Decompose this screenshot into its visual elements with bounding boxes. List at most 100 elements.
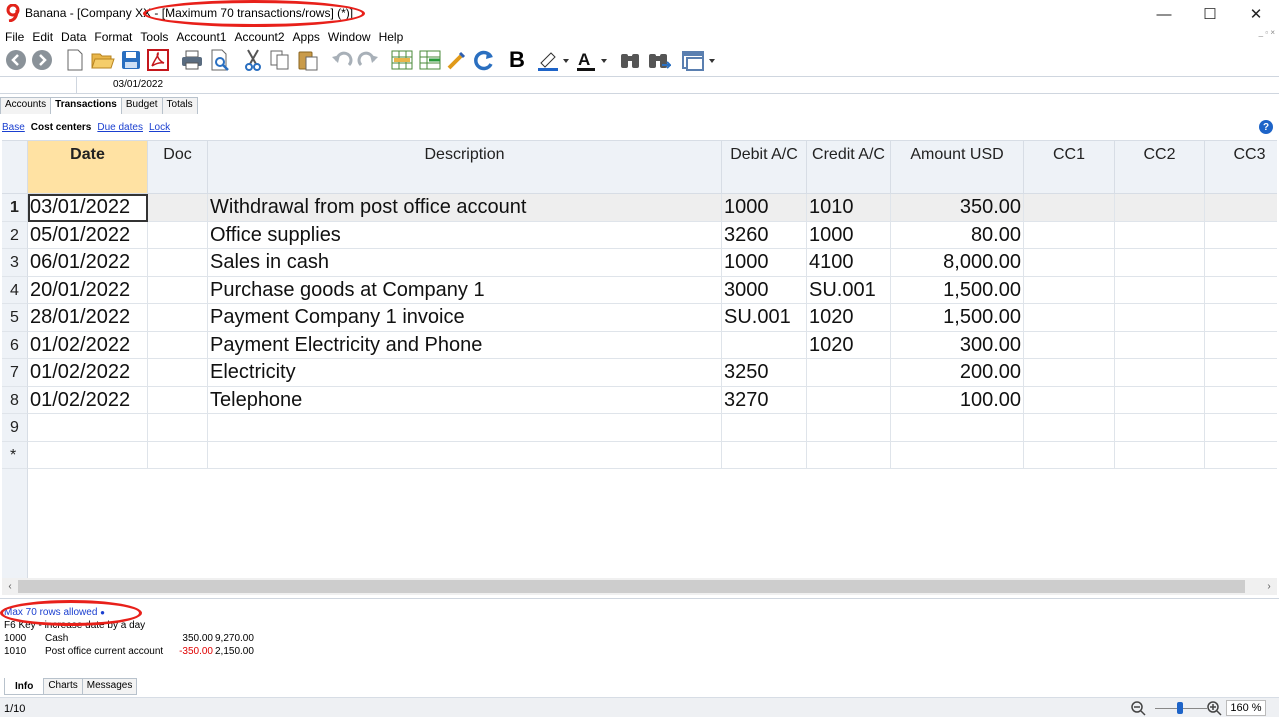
cell-cc3[interactable] <box>1205 442 1277 469</box>
check-accounting-icon[interactable] <box>446 48 468 72</box>
view-lock-link[interactable]: Lock <box>149 122 170 133</box>
header-cc3[interactable]: CC3 <box>1205 141 1277 194</box>
table-row[interactable]: * <box>2 441 1277 469</box>
header-cc2[interactable]: CC2 <box>1115 141 1205 194</box>
cell-date[interactable]: 20/01/2022 <box>28 276 148 304</box>
menu-format[interactable]: Format <box>90 30 136 44</box>
cell-cc2[interactable] <box>1115 359 1205 387</box>
copy-icon[interactable] <box>268 48 292 72</box>
cell-description[interactable]: Office supplies <box>208 221 722 249</box>
cell-cc2[interactable] <box>1115 249 1205 277</box>
cell-doc[interactable] <box>148 194 208 222</box>
cell-cc2[interactable] <box>1115 276 1205 304</box>
cell-cc2[interactable] <box>1115 304 1205 332</box>
cell-doc[interactable] <box>148 359 208 387</box>
cell-credit[interactable] <box>807 414 891 442</box>
table-row[interactable]: 2 05/01/2022 Office supplies 3260 1000 80.00 <box>2 221 1277 249</box>
cell-debit[interactable]: 3270 <box>722 386 807 414</box>
save-icon[interactable] <box>120 48 142 72</box>
scroll-thumb[interactable] <box>18 580 1245 593</box>
cell-date[interactable]: 01/02/2022 <box>28 359 148 387</box>
cell-cc1[interactable] <box>1024 414 1115 442</box>
view-due-dates-link[interactable]: Due dates <box>97 122 143 133</box>
cell-date[interactable] <box>28 441 148 469</box>
cell-cc2[interactable] <box>1115 331 1205 359</box>
open-folder-icon[interactable] <box>90 48 116 72</box>
table-row[interactable]: 4 20/01/2022 Purchase goods at Company 1 30… <box>2 276 1277 304</box>
cell-cc3[interactable] <box>1205 222 1277 249</box>
cell-debit[interactable]: 3000 <box>722 276 807 304</box>
cell-amount[interactable]: 1,500.00 <box>891 276 1024 304</box>
menu-data[interactable]: Data <box>57 30 90 44</box>
menu-apps[interactable]: Apps <box>289 30 324 44</box>
delete-rows-icon[interactable] <box>418 48 442 72</box>
cell-debit[interactable] <box>722 331 807 359</box>
cell-credit[interactable] <box>807 386 891 414</box>
cell-debit[interactable] <box>722 441 807 469</box>
header-cc1[interactable]: CC1 <box>1024 141 1115 194</box>
cell-credit[interactable]: 1000 <box>807 221 891 249</box>
undo-icon[interactable] <box>330 48 354 72</box>
horizontal-scrollbar[interactable]: ‹ › <box>2 578 1277 595</box>
cell-doc[interactable] <box>148 331 208 359</box>
cell-doc[interactable] <box>148 249 208 277</box>
insert-rows-icon[interactable] <box>390 48 414 72</box>
cell-doc[interactable] <box>148 441 208 469</box>
highlight-color-icon[interactable] <box>534 48 572 72</box>
close-button[interactable]: ✕ <box>1233 0 1279 28</box>
cell-cc1[interactable] <box>1024 331 1115 359</box>
header-debit[interactable]: Debit A/C <box>722 141 807 194</box>
cell-description[interactable]: Purchase goods at Company 1 <box>208 276 722 304</box>
scroll-right-icon[interactable]: › <box>1261 578 1277 595</box>
header-description[interactable]: Description <box>208 141 722 194</box>
new-file-icon[interactable] <box>64 48 86 72</box>
cell-amount[interactable]: 350.00 <box>891 194 1024 222</box>
cell-reference-box[interactable] <box>0 77 77 93</box>
cell-cc1[interactable] <box>1024 276 1115 304</box>
table-row[interactable]: 3 06/01/2022 Sales in cash 1000 4100 8,000.00 <box>2 249 1277 277</box>
menu-account2[interactable]: Account2 <box>230 30 288 44</box>
cell-doc[interactable] <box>148 221 208 249</box>
text-color-icon[interactable]: A <box>574 48 610 72</box>
forward-icon[interactable] <box>30 48 54 72</box>
cell-description[interactable]: Withdrawal from post office account <box>208 194 722 222</box>
cell-date[interactable]: 03/01/2022 <box>28 194 148 222</box>
menu-file[interactable]: File <box>1 30 28 44</box>
cell-cc3[interactable] <box>1205 332 1277 359</box>
view-base-link[interactable]: Base <box>2 122 25 133</box>
cell-cc2[interactable] <box>1115 441 1205 469</box>
cell-doc[interactable] <box>148 276 208 304</box>
menu-tools[interactable]: Tools <box>136 30 172 44</box>
cell-credit[interactable]: 1010 <box>807 194 891 222</box>
cell-amount[interactable] <box>891 414 1024 442</box>
cell-debit[interactable] <box>722 414 807 442</box>
menu-account1[interactable]: Account1 <box>172 30 230 44</box>
scroll-left-icon[interactable]: ‹ <box>2 578 18 595</box>
menu-edit[interactable]: Edit <box>28 30 57 44</box>
cell-credit[interactable]: 4100 <box>807 249 891 277</box>
cell-doc[interactable] <box>148 386 208 414</box>
back-icon[interactable] <box>4 48 28 72</box>
cell-cc3[interactable] <box>1205 277 1277 304</box>
menu-window[interactable]: Window <box>324 30 375 44</box>
cell-description[interactable]: Sales in cash <box>208 249 722 277</box>
cell-credit[interactable]: 1020 <box>807 304 891 332</box>
zoom-slider-thumb[interactable] <box>1177 702 1183 714</box>
tab-totals[interactable]: Totals <box>161 97 198 114</box>
table-row[interactable]: 8 01/02/2022 Telephone 3270 100.00 <box>2 386 1277 414</box>
cell-debit[interactable]: SU.001 <box>722 304 807 332</box>
table-row[interactable]: 1 03/01/2022 Withdrawal from post office a… <box>2 194 1277 222</box>
cell-amount[interactable]: 100.00 <box>891 386 1024 414</box>
cell-amount[interactable]: 300.00 <box>891 331 1024 359</box>
cell-amount[interactable] <box>891 441 1024 469</box>
cell-date[interactable]: 28/01/2022 <box>28 304 148 332</box>
cell-credit[interactable]: 1020 <box>807 331 891 359</box>
cell-credit[interactable] <box>807 441 891 469</box>
cell-description[interactable]: Payment Electricity and Phone <box>208 331 722 359</box>
window-layout-icon[interactable] <box>680 48 718 72</box>
help-icon[interactable]: ? <box>1259 120 1273 134</box>
print-preview-icon[interactable] <box>208 48 232 72</box>
table-row[interactable]: 9 <box>2 414 1277 442</box>
header-date[interactable]: Date <box>28 141 148 194</box>
tab-transactions[interactable]: Transactions <box>50 97 122 114</box>
